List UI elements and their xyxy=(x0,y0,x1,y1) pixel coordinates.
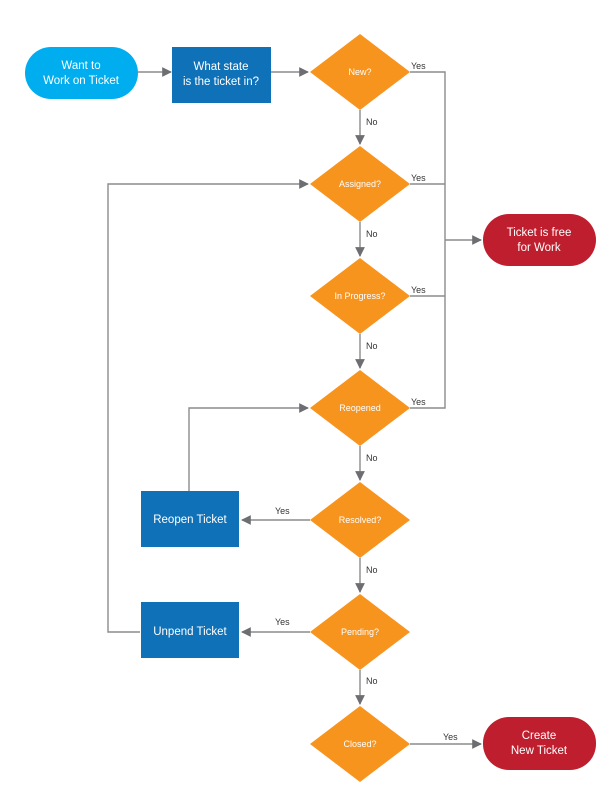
process-unpend-ticket-label: Unpend Ticket xyxy=(153,626,227,638)
label-resolved-yes: Yes xyxy=(275,506,290,516)
start-node-want-to-work: Want to Work on Ticket xyxy=(25,47,138,99)
process-what-state: What state is the ticket in? xyxy=(172,47,271,103)
label-new-yes: Yes xyxy=(411,61,426,71)
edge-yes-trunk xyxy=(410,71,446,409)
label-reopened-yes: Yes xyxy=(411,397,426,407)
label-closed-yes: Yes xyxy=(443,732,458,742)
decision-reopened: Reopened xyxy=(310,370,410,446)
label-in-progress-no: No xyxy=(366,341,378,351)
terminal-create-new-line-1: Create xyxy=(522,730,557,742)
process-unpend-ticket: Unpend Ticket xyxy=(141,602,239,658)
process-reopen-ticket-label: Reopen Ticket xyxy=(153,514,227,526)
decision-assigned-label: Assigned? xyxy=(339,179,381,189)
edge-reopen-to-reopened xyxy=(188,403,309,491)
terminal-create-new-line-2: New Ticket xyxy=(511,745,568,757)
decision-in-progress-label: In Progress? xyxy=(334,291,385,301)
process-reopen-ticket: Reopen Ticket xyxy=(141,491,239,547)
label-in-progress-yes: Yes xyxy=(411,285,426,295)
decision-pending: Pending? xyxy=(310,594,410,670)
process-what-state-line-1: What state xyxy=(194,61,249,73)
decision-reopened-label: Reopened xyxy=(339,403,381,413)
label-pending-yes: Yes xyxy=(275,617,290,627)
decision-closed: Closed? xyxy=(310,706,410,782)
label-reopened-no: No xyxy=(366,453,378,463)
process-what-state-line-2: is the ticket in? xyxy=(183,76,259,88)
decision-assigned: Assigned? xyxy=(310,146,410,222)
start-node-line-1: Want to xyxy=(61,60,100,72)
label-assigned-no: No xyxy=(366,229,378,239)
decision-new-label: New? xyxy=(348,67,371,77)
start-node-line-2: Work on Ticket xyxy=(43,75,120,87)
decision-resolved-label: Resolved? xyxy=(339,515,382,525)
decision-in-progress: In Progress? xyxy=(310,258,410,334)
label-resolved-no: No xyxy=(366,565,378,575)
label-assigned-yes: Yes xyxy=(411,173,426,183)
label-pending-no: No xyxy=(366,676,378,686)
terminal-ticket-free: Ticket is free for Work xyxy=(483,214,596,266)
terminal-ticket-free-line-1: Ticket is free xyxy=(507,227,572,239)
decision-resolved: Resolved? xyxy=(310,482,410,558)
terminal-create-new-ticket: Create New Ticket xyxy=(483,717,596,770)
decision-closed-label: Closed? xyxy=(343,739,376,749)
flowchart-canvas: Yes No Yes No Yes No Yes No Yes No Yes N… xyxy=(25,34,596,782)
label-new-no: No xyxy=(366,117,378,127)
terminal-ticket-free-line-2: for Work xyxy=(517,242,560,254)
decision-pending-label: Pending? xyxy=(341,627,379,637)
decision-new: New? xyxy=(310,34,410,110)
